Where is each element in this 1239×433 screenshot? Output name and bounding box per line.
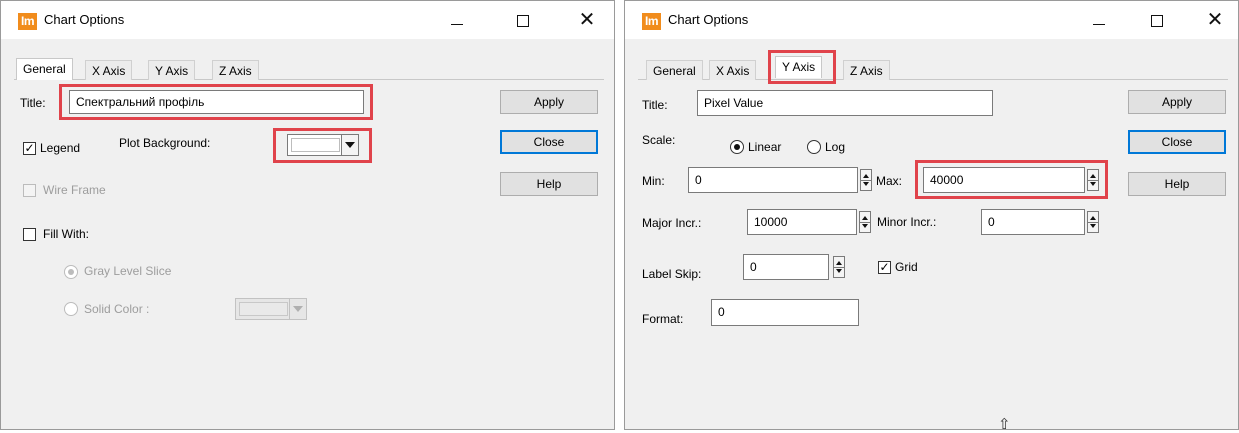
label-skip-input[interactable]: 0 bbox=[743, 254, 829, 280]
cursor-arrow-icon: ⇧ bbox=[998, 416, 1011, 433]
chevron-down-icon[interactable] bbox=[289, 299, 306, 319]
solid-color-swatch bbox=[239, 302, 288, 316]
grid-label: Grid bbox=[895, 260, 918, 274]
linear-label: Linear bbox=[748, 140, 782, 154]
grid-checkbox[interactable]: ✓ bbox=[878, 261, 891, 274]
help-button[interactable]: Help bbox=[500, 172, 598, 196]
min-stepper[interactable] bbox=[860, 169, 872, 191]
title-label: Title: bbox=[642, 98, 668, 112]
tab-z-axis[interactable]: Z Axis bbox=[212, 60, 259, 80]
app-logo-icon: Im bbox=[18, 13, 37, 30]
format-label: Format: bbox=[642, 312, 684, 326]
label-skip-label: Label Skip: bbox=[642, 267, 702, 281]
axis-title-input[interactable] bbox=[697, 90, 993, 116]
solid-color-label: Solid Color : bbox=[84, 302, 150, 316]
minimize-icon[interactable] bbox=[1076, 1, 1122, 39]
log-radio[interactable] bbox=[807, 140, 821, 154]
gray-level-slice-label: Gray Level Slice bbox=[84, 264, 172, 278]
min-value: 0 bbox=[695, 173, 702, 187]
axis-title-field[interactable] bbox=[704, 91, 992, 115]
highlight-y-axis-tab bbox=[768, 50, 836, 84]
close-icon[interactable]: ✕ bbox=[564, 1, 610, 39]
highlight-max bbox=[915, 160, 1108, 199]
minor-increment-input[interactable]: 0 bbox=[981, 209, 1085, 235]
app-logo-icon: Im bbox=[642, 13, 661, 30]
tab-general[interactable]: General bbox=[16, 58, 73, 80]
major-increment-value: 10000 bbox=[754, 215, 788, 229]
tab-z-axis[interactable]: Z Axis bbox=[843, 60, 890, 80]
minor-increment-label: Minor Incr.: bbox=[877, 215, 937, 229]
close-icon[interactable]: ✕ bbox=[1192, 1, 1238, 39]
apply-button[interactable]: Apply bbox=[1128, 90, 1226, 114]
chart-options-dialog-y-axis: Im Chart Options ✕ General X Axis Y Axis… bbox=[624, 0, 1239, 433]
format-input[interactable]: 0 bbox=[711, 299, 859, 326]
maximize-icon[interactable] bbox=[500, 1, 546, 39]
tab-x-axis[interactable]: X Axis bbox=[709, 60, 757, 80]
plot-background-label: Plot Background: bbox=[119, 136, 211, 150]
solid-color-radio[interactable] bbox=[64, 302, 78, 316]
fill-with-label: Fill With: bbox=[43, 227, 89, 241]
legend-checkbox[interactable]: ✓ bbox=[23, 142, 36, 155]
title-bar: Im Chart Options ✕ bbox=[1, 1, 614, 39]
log-label: Log bbox=[825, 140, 846, 154]
title-label: Title: bbox=[20, 96, 46, 110]
major-increment-label: Major Incr.: bbox=[642, 216, 702, 230]
window-title: Chart Options bbox=[668, 12, 749, 27]
window-title: Chart Options bbox=[44, 12, 125, 27]
minor-increment-stepper[interactable] bbox=[1087, 211, 1099, 233]
highlight-title bbox=[59, 84, 373, 120]
legend-label: Legend bbox=[40, 141, 81, 155]
tab-y-axis[interactable]: Y Axis bbox=[148, 60, 196, 80]
close-button[interactable]: Close bbox=[1128, 130, 1226, 154]
label-skip-stepper[interactable] bbox=[833, 256, 845, 278]
min-input[interactable]: 0 bbox=[688, 167, 858, 193]
wire-frame-checkbox[interactable] bbox=[23, 184, 36, 197]
fill-with-checkbox[interactable] bbox=[23, 228, 36, 241]
max-label: Max: bbox=[876, 174, 903, 188]
minor-increment-value: 0 bbox=[988, 215, 995, 229]
major-increment-stepper[interactable] bbox=[859, 211, 871, 233]
maximize-icon[interactable] bbox=[1134, 1, 1180, 39]
gray-level-slice-radio[interactable] bbox=[64, 265, 78, 279]
min-label: Min: bbox=[642, 174, 665, 188]
close-button[interactable]: Close bbox=[500, 130, 598, 154]
tab-x-axis[interactable]: X Axis bbox=[85, 60, 133, 80]
help-button[interactable]: Help bbox=[1128, 172, 1226, 196]
major-increment-input[interactable]: 10000 bbox=[747, 209, 857, 235]
minimize-icon[interactable] bbox=[434, 1, 480, 39]
solid-color-select[interactable] bbox=[235, 298, 307, 320]
format-value: 0 bbox=[718, 305, 725, 319]
linear-radio[interactable] bbox=[730, 140, 744, 154]
tab-general[interactable]: General bbox=[646, 60, 703, 80]
highlight-plot-background bbox=[273, 128, 372, 163]
apply-button[interactable]: Apply bbox=[500, 90, 598, 114]
label-skip-value: 0 bbox=[750, 260, 757, 274]
chart-options-dialog-general: Im Chart Options ✕ General X Axis Y Axis… bbox=[0, 0, 615, 430]
wire-frame-label: Wire Frame bbox=[43, 183, 106, 197]
title-bar: Im Chart Options ✕ bbox=[625, 1, 1238, 39]
scale-label: Scale: bbox=[642, 133, 676, 147]
